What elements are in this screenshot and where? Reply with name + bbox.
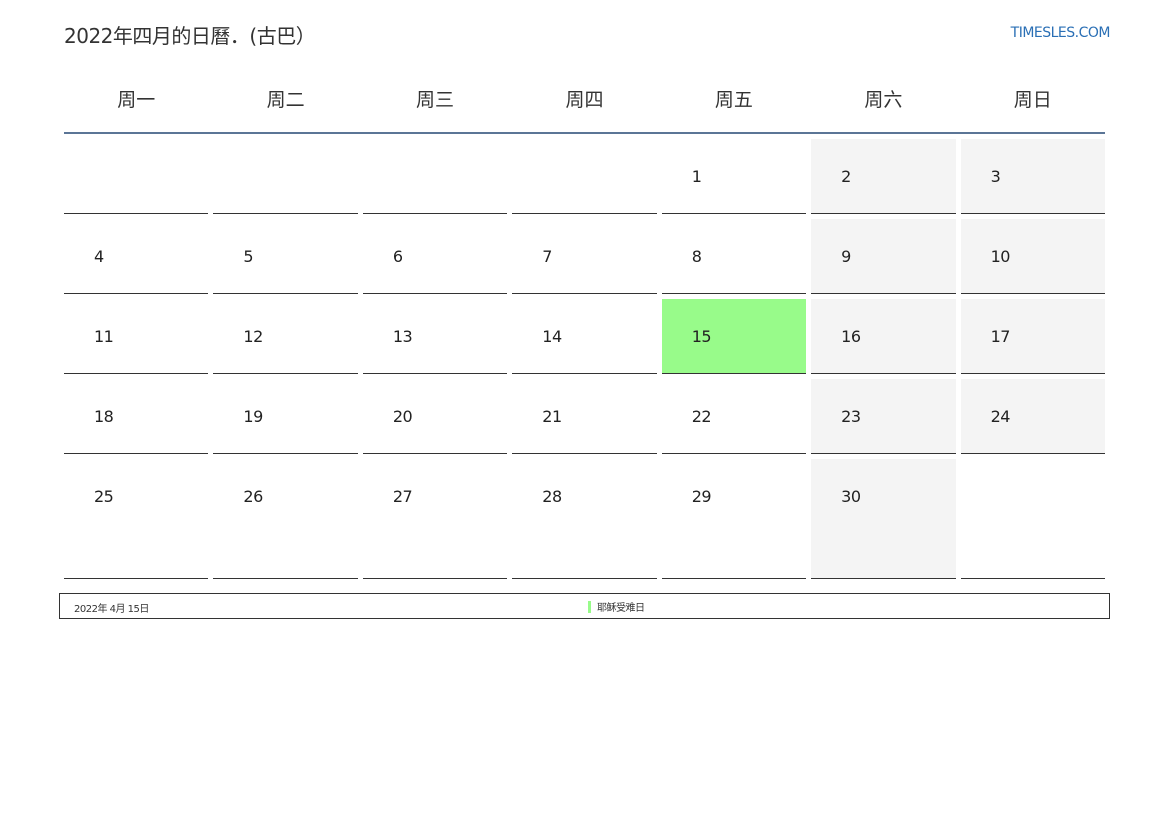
- day-number: 3: [990, 167, 1001, 186]
- day-number: 5: [243, 247, 254, 266]
- holiday-swatch-icon: [588, 600, 591, 613]
- day-number: 6: [392, 247, 403, 266]
- day-cell: 1: [661, 139, 807, 214]
- day-number: 24: [990, 407, 1011, 426]
- day-cell: 21: [512, 379, 657, 454]
- legend-event: 耶稣受难日: [588, 599, 645, 614]
- day-number: 14: [542, 327, 562, 346]
- day-cell: 19: [213, 379, 358, 454]
- day-cell: 29: [661, 459, 807, 579]
- day-cell: 7: [512, 219, 657, 294]
- day-number: 17: [990, 327, 1011, 346]
- day-number: 1: [691, 167, 702, 186]
- empty-day-cell: [512, 139, 657, 214]
- day-number: 7: [542, 247, 552, 266]
- day-number: 13: [392, 327, 413, 346]
- day-cell-weekend: 3: [960, 139, 1105, 214]
- day-cell: 8: [661, 219, 807, 294]
- day-cell-weekend: 9: [811, 219, 956, 294]
- legend-date: 2022年 4月 15日: [74, 604, 149, 615]
- day-cell: 11: [64, 299, 209, 374]
- day-cell: 22: [661, 379, 807, 454]
- site-link[interactable]: TIMESLES.COM: [1011, 25, 1111, 41]
- day-cell: 12: [213, 299, 358, 374]
- day-number: 23: [841, 407, 861, 426]
- day-number: 20: [392, 407, 413, 426]
- day-number: 16: [841, 327, 861, 346]
- weekday-label: 周五: [714, 89, 753, 111]
- day-cell: 26: [213, 459, 358, 579]
- day-cell: 6: [362, 219, 508, 294]
- day-number: 8: [691, 247, 702, 266]
- day-number: 9: [841, 247, 851, 266]
- day-cell-weekend: 2: [811, 139, 956, 214]
- calendar-grid: 1 2 3 4 5 6 7 8 9 10 11 12 13 14 15 16 17 18 19 20 21 22 23 24 2…: [64, 139, 1105, 579]
- day-cell-weekend: 23: [811, 379, 956, 454]
- day-cell-weekend: 10: [960, 219, 1105, 294]
- page-title: 2022年四月的日曆．(古巴）: [64, 24, 316, 48]
- weekday-label: 周三: [416, 89, 455, 111]
- day-number: 26: [243, 487, 263, 506]
- day-cell: 28: [512, 459, 657, 579]
- weekday-label: 周六: [864, 89, 903, 111]
- weekday-label: 周日: [1013, 89, 1052, 111]
- calendar-page: 2022年四月的日曆．(古巴） TIMESLES.COM 周一 周二 周三 周四 周五周…: [0, 0, 1169, 827]
- day-cell: 27: [362, 459, 508, 579]
- day-number: 25: [94, 487, 114, 506]
- day-cell-weekend: 16: [811, 299, 956, 374]
- day-number: 19: [243, 407, 263, 426]
- day-number: 12: [243, 327, 263, 346]
- day-cell: 13: [362, 299, 508, 374]
- day-number: 2: [841, 167, 851, 186]
- day-cell-weekend: 17: [960, 299, 1105, 374]
- day-cell-weekend: 24: [960, 379, 1105, 454]
- weekday-label: 周四: [565, 89, 604, 111]
- day-number: 10: [990, 247, 1011, 266]
- day-number: 28: [542, 487, 562, 506]
- day-number: 11: [94, 327, 114, 346]
- day-number: 27: [392, 487, 413, 506]
- day-number: 29: [691, 487, 712, 506]
- day-cell: 14: [512, 299, 657, 374]
- day-cell: 25: [64, 459, 209, 579]
- weekday-label: 周二: [266, 89, 305, 111]
- day-cell-holiday: 15: [661, 299, 807, 374]
- day-number: 22: [691, 407, 712, 426]
- day-cell: 5: [213, 219, 358, 294]
- day-number: 21: [542, 407, 562, 426]
- weekday-label: 周一: [117, 89, 156, 111]
- day-cell: 18: [64, 379, 209, 454]
- day-number: 15: [691, 327, 712, 346]
- day-number: 18: [94, 407, 114, 426]
- empty-day-cell: [64, 139, 209, 214]
- holiday-legend: 2022年 4月 15日 耶稣受难日: [59, 593, 1110, 619]
- weekday-header: 周一 周二 周三 周四 周五 周六 周日: [64, 82, 1105, 134]
- day-cell-weekend: 30: [811, 459, 956, 579]
- day-cell: 4: [64, 219, 209, 294]
- day-number: 30: [841, 487, 861, 506]
- empty-day-cell: [213, 139, 358, 214]
- day-number: 4: [94, 247, 104, 266]
- day-cell: 20: [362, 379, 508, 454]
- legend-event-label: 耶稣受难日: [597, 603, 645, 614]
- empty-day-cell: [362, 139, 508, 214]
- empty-day-cell: [960, 459, 1105, 579]
